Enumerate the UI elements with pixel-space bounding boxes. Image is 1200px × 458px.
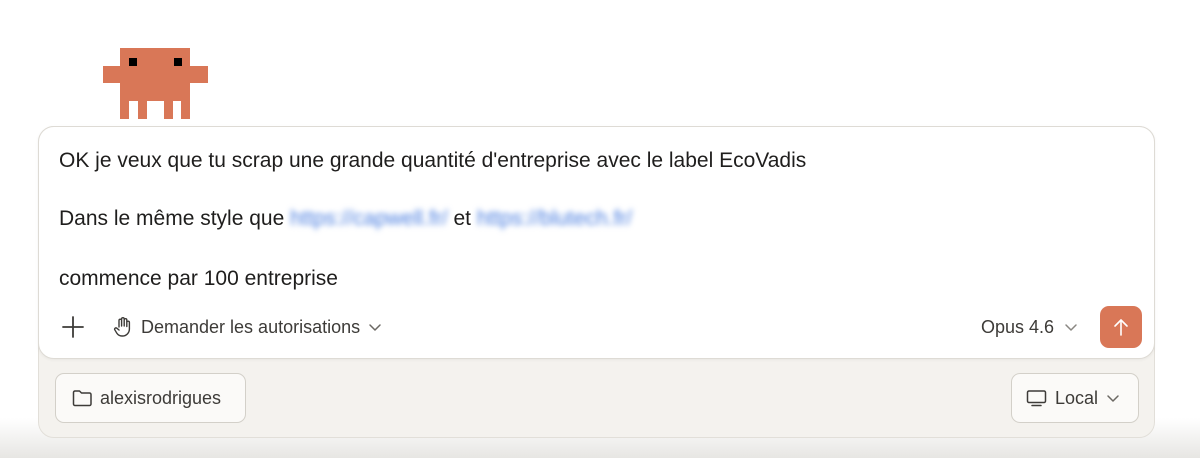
message-line: Dans le même style que https://capwell.f…: [59, 205, 632, 233]
blurred-link[interactable]: https://capwell.fr/: [290, 205, 448, 233]
plus-icon: [62, 316, 84, 338]
environment-dropdown[interactable]: Local: [1011, 373, 1139, 423]
permissions-dropdown[interactable]: Demander les autorisations: [113, 313, 382, 341]
message-text: et: [447, 207, 477, 230]
chevron-down-icon: [369, 324, 381, 331]
model-selector[interactable]: Opus 4.6: [981, 313, 1078, 341]
send-button[interactable]: [1100, 306, 1142, 348]
arrow-up-icon: [1114, 319, 1128, 336]
chevron-down-icon: [1107, 395, 1119, 402]
message-line: commence par 100 entreprise: [59, 267, 338, 290]
chevron-down-icon: [1065, 324, 1077, 331]
claude-code-page: alexisrodrigues Local OK je veux que tu …: [0, 0, 1200, 458]
folder-button[interactable]: alexisrodrigues: [55, 373, 246, 423]
hand-icon: [113, 317, 131, 337]
message-composer[interactable]: OK je veux que tu scrap une grande quant…: [38, 126, 1155, 359]
pixel-mascot-logo: [103, 48, 208, 119]
permissions-label: Demander les autorisations: [141, 316, 361, 337]
folder-icon: [72, 390, 92, 407]
message-line: OK je veux que tu scrap une grande quant…: [59, 149, 807, 172]
blurred-link[interactable]: https://blutech.fr/: [477, 205, 632, 233]
model-label: Opus 4.6: [981, 316, 1055, 337]
add-attachment-button[interactable]: [59, 313, 87, 341]
message-text: Dans le même style que: [59, 207, 291, 230]
folder-label: alexisrodrigues: [100, 387, 222, 408]
environment-label: Local: [1055, 387, 1099, 408]
monitor-icon: [1026, 390, 1047, 407]
